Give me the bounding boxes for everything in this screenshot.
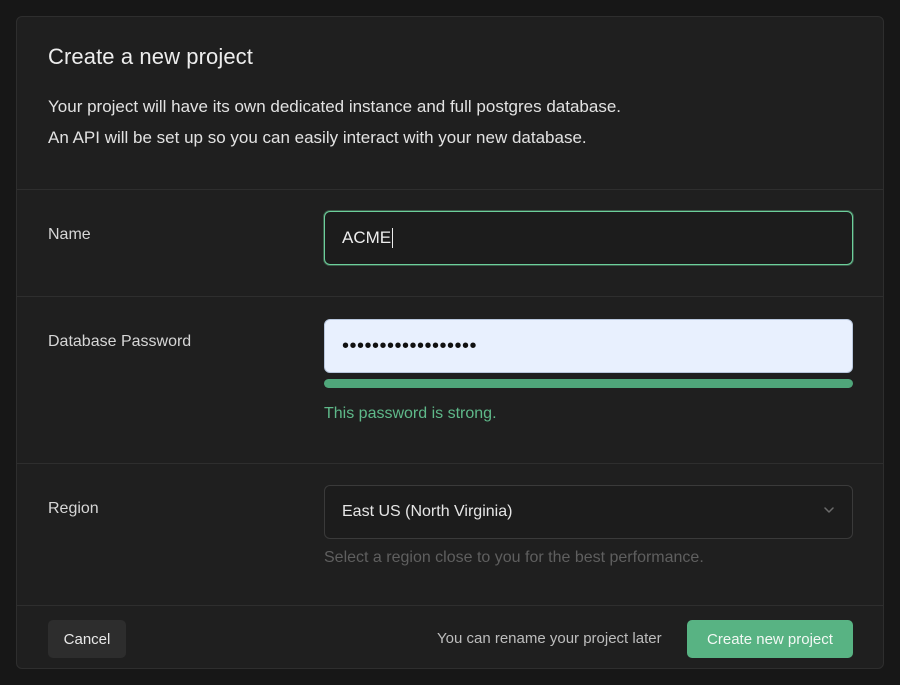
password-label: Database Password bbox=[48, 333, 192, 350]
create-project-dialog: Create a new project Your project will h… bbox=[16, 16, 884, 669]
region-select[interactable]: East US (North Virginia) bbox=[324, 485, 853, 539]
chevron-down-icon bbox=[822, 503, 836, 522]
name-section: Name ACME bbox=[17, 189, 883, 296]
region-hint: Select a region close to you for the bes… bbox=[324, 549, 704, 566]
description-line-1: Your project will have its own dedicated… bbox=[48, 97, 622, 116]
region-label: Region bbox=[48, 500, 99, 517]
password-strength-message: This password is strong. bbox=[324, 405, 497, 422]
create-project-button[interactable]: Create new project bbox=[687, 620, 853, 658]
description-line-2: An API will be set up so you can easily … bbox=[48, 128, 587, 147]
dialog-title: Create a new project bbox=[48, 44, 253, 69]
database-password-input[interactable]: •••••••••••••••••• bbox=[324, 319, 853, 373]
password-masked-value: •••••••••••••••••• bbox=[342, 334, 478, 357]
region-selected-value: East US (North Virginia) bbox=[342, 503, 513, 520]
dialog-footer: Cancel You can rename your project later… bbox=[17, 605, 883, 668]
password-section: Database Password •••••••••••••••••• Thi… bbox=[17, 296, 883, 463]
name-label: Name bbox=[48, 226, 91, 243]
password-strength-bar bbox=[324, 379, 853, 388]
rename-note: You can rename your project later bbox=[437, 630, 662, 647]
dialog-header: Create a new project Your project will h… bbox=[17, 17, 883, 189]
region-section: Region East US (North Virginia) Select a… bbox=[17, 463, 883, 605]
dialog-description: Your project will have its own dedicated… bbox=[48, 91, 852, 153]
cancel-button[interactable]: Cancel bbox=[48, 620, 126, 658]
project-name-input[interactable]: ACME bbox=[324, 211, 853, 265]
project-name-value: ACME bbox=[342, 228, 392, 247]
text-cursor bbox=[392, 228, 394, 248]
